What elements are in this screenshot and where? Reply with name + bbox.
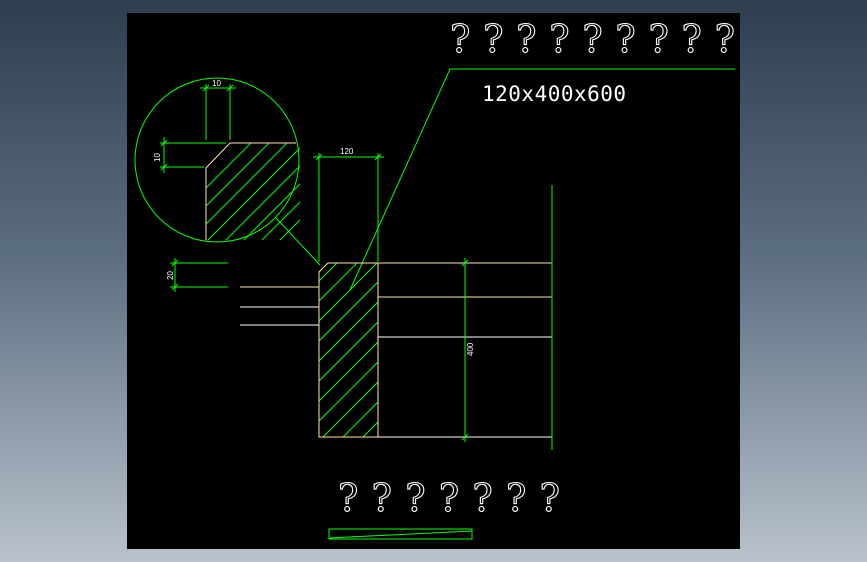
- dim-width-top: 120: [340, 147, 354, 156]
- dim-detail-horizontal: 10: [212, 79, 221, 88]
- dim-side-offset: 20: [166, 271, 175, 280]
- model-space: [127, 13, 740, 549]
- dim-height-right: 400: [466, 342, 475, 356]
- cad-drawing-canvas: ????????? 120x400x600 10 10 120 400 20 ?…: [127, 13, 740, 549]
- title-top: ?????????: [450, 17, 735, 61]
- dim-detail-vertical: 10: [153, 153, 162, 162]
- spec-label: 120x400x600: [482, 82, 627, 106]
